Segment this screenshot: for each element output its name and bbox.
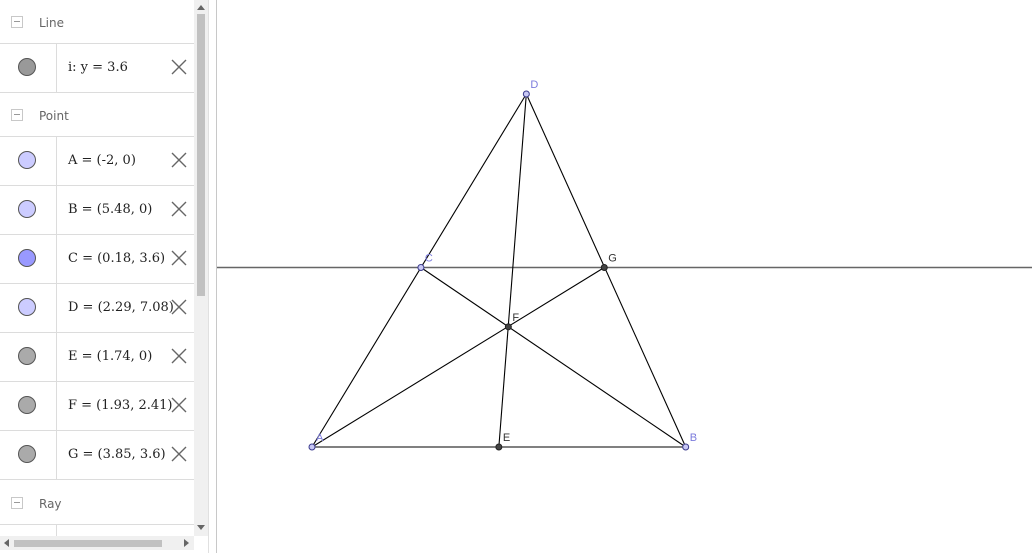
group-header-line[interactable]: Line <box>0 0 194 44</box>
collapse-ray-button[interactable] <box>11 497 23 509</box>
point-label-E: E <box>503 432 510 444</box>
point-A[interactable] <box>308 443 316 451</box>
delete-icon[interactable] <box>171 59 187 75</box>
visibility-toggle-icon[interactable] <box>18 445 36 463</box>
segment-AG[interactable] <box>311 267 605 448</box>
visibility-toggle-icon[interactable] <box>18 58 36 76</box>
view-divider[interactable] <box>208 0 217 553</box>
point-E[interactable] <box>495 443 503 451</box>
scroll-up-icon[interactable] <box>197 5 205 10</box>
group-label-point: Point <box>39 109 69 123</box>
scroll-down-icon[interactable] <box>197 525 205 530</box>
point-label-B: B <box>690 432 697 444</box>
algebra-row-D[interactable]: D = (2.29, 7.08) <box>0 284 194 333</box>
scroll-right-icon[interactable] <box>184 539 189 547</box>
algebra-row-F[interactable]: F = (1.93, 2.41) <box>0 382 194 431</box>
point-label-G: G <box>608 253 617 265</box>
marble-cell <box>0 235 57 283</box>
point-label-C: C <box>425 253 433 265</box>
point-D[interactable] <box>522 90 530 98</box>
group-label-line: Line <box>39 16 65 30</box>
marble-cell <box>0 431 57 479</box>
algebra-row-text[interactable]: A = (-2, 0) <box>68 137 136 184</box>
algebra-row-C[interactable]: C = (0.18, 3.6) <box>0 235 194 284</box>
point-C[interactable] <box>417 264 425 272</box>
algebra-row-text[interactable]: B = (5.48, 0) <box>68 186 152 233</box>
graphics-view[interactable]: A B C D E F G <box>217 0 1032 553</box>
point-F[interactable] <box>504 323 512 331</box>
delete-icon[interactable] <box>171 152 187 168</box>
marble-cell <box>0 525 57 536</box>
algebra-row-text[interactable]: E = (1.74, 0) <box>68 333 152 380</box>
group-header-point[interactable]: Point <box>0 93 194 137</box>
marble-cell <box>0 382 57 430</box>
visibility-toggle-icon[interactable] <box>18 151 36 169</box>
visibility-toggle-icon[interactable] <box>18 249 36 267</box>
algebra-row-text[interactable]: F = (1.93, 2.41) <box>68 382 172 429</box>
algebra-row-text[interactable]: D = (2.29, 7.08) <box>68 284 174 331</box>
algebra-row-A[interactable]: A = (-2, 0) <box>0 137 194 186</box>
marble-cell <box>0 186 57 234</box>
algebra-view: Line i: y = 3.6 Point A = (-2, 0) B = (5… <box>0 0 194 536</box>
algebra-row-text[interactable]: C = (0.18, 3.6) <box>68 235 165 282</box>
segment-DE[interactable] <box>498 93 527 448</box>
point-G[interactable] <box>600 264 608 272</box>
delete-icon[interactable] <box>171 299 187 315</box>
vertical-scroll-thumb[interactable] <box>197 14 205 296</box>
horizontal-scroll-thumb[interactable] <box>14 540 162 547</box>
algebra-row-B[interactable]: B = (5.48, 0) <box>0 186 194 235</box>
delete-icon[interactable] <box>171 397 187 413</box>
collapse-line-button[interactable] <box>11 16 23 28</box>
visibility-toggle-icon[interactable] <box>18 200 36 218</box>
algebra-row-text[interactable]: i: y = 3.6 <box>68 44 128 91</box>
algebra-row-E[interactable]: E = (1.74, 0) <box>0 333 194 382</box>
point-label-D: D <box>530 79 538 91</box>
marble-cell <box>0 333 57 381</box>
delete-icon[interactable] <box>171 250 187 266</box>
delete-icon[interactable] <box>171 348 187 364</box>
point-label-F: F <box>512 312 519 324</box>
horizontal-scrollbar[interactable] <box>0 536 194 550</box>
scroll-left-icon[interactable] <box>4 539 9 547</box>
delete-icon[interactable] <box>171 201 187 217</box>
algebra-row-partial <box>0 525 194 536</box>
algebra-row-text[interactable]: G = (3.85, 3.6) <box>68 431 166 478</box>
algebra-row-i[interactable]: i: y = 3.6 <box>0 44 194 93</box>
marble-cell <box>0 44 57 92</box>
visibility-toggle-icon[interactable] <box>18 298 36 316</box>
marble-cell <box>0 284 57 332</box>
point-label-A: A <box>316 432 324 444</box>
vertical-scrollbar[interactable] <box>194 0 208 536</box>
group-label-ray: Ray <box>39 497 62 511</box>
delete-icon[interactable] <box>171 446 187 462</box>
collapse-point-button[interactable] <box>11 109 23 121</box>
segment-CB[interactable] <box>420 267 687 448</box>
visibility-toggle-icon[interactable] <box>18 396 36 414</box>
visibility-toggle-icon[interactable] <box>18 347 36 365</box>
point-B[interactable] <box>682 443 690 451</box>
geometry-canvas[interactable]: A B C D E F G <box>217 0 1032 553</box>
marble-cell <box>0 137 57 185</box>
group-header-ray[interactable]: Ray <box>0 481 194 525</box>
algebra-row-G[interactable]: G = (3.85, 3.6) <box>0 431 194 480</box>
